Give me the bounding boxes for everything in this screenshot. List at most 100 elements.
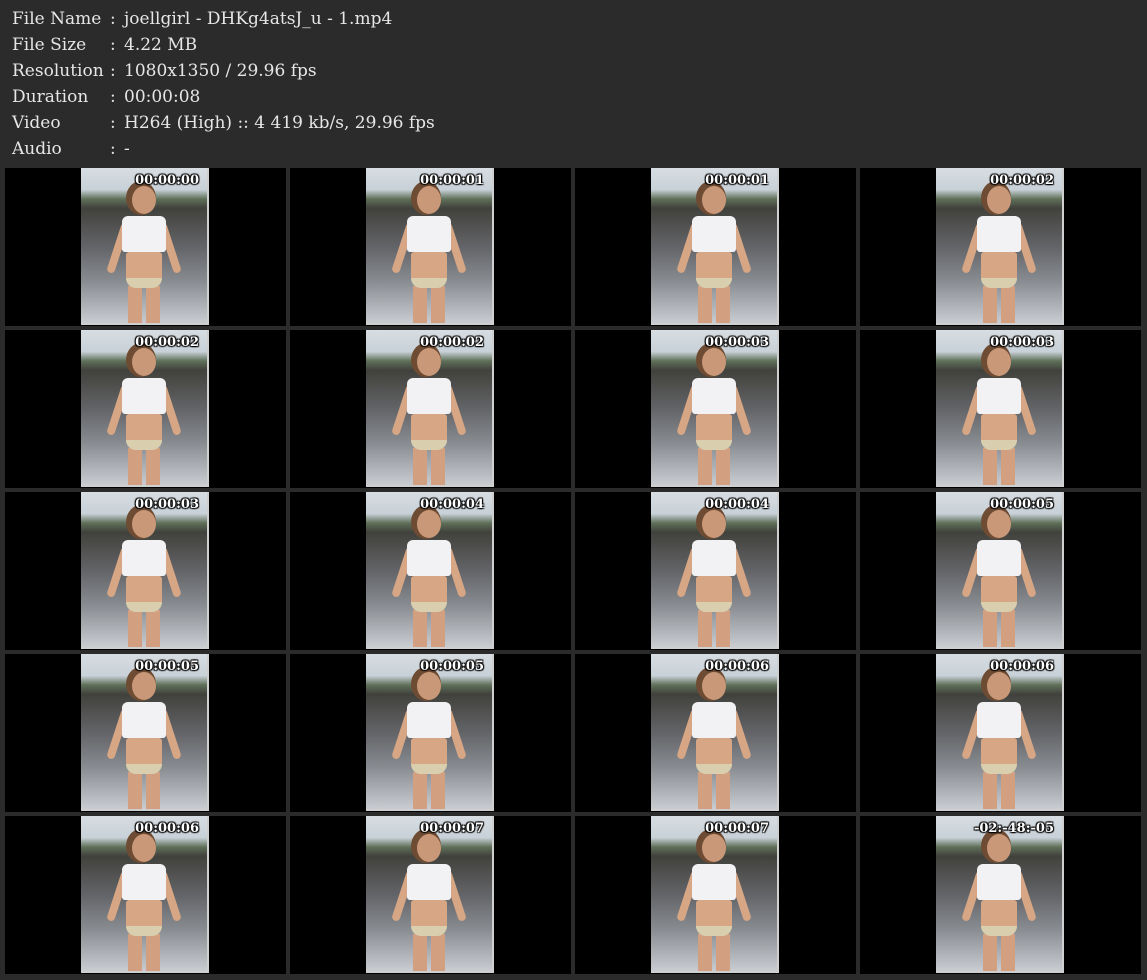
person-figure <box>391 186 467 323</box>
person-figure <box>961 186 1037 323</box>
info-row: Video: H264 (High) :: 4 419 kb/s, 29.96 f… <box>12 110 435 136</box>
video-frame-thumbnail: 00:00:05 <box>366 654 494 811</box>
thumbnail-cell: 00:00:07 <box>575 816 856 974</box>
info-value: 1080x1350 / 29.96 fps <box>124 61 317 81</box>
thumbnail-cell: 00:00:03 <box>5 492 286 650</box>
person-figure <box>676 348 752 485</box>
info-value: 00:00:08 <box>124 87 201 107</box>
person-figure <box>391 834 467 971</box>
thumbnail-cell: 00:00:06 <box>575 654 856 812</box>
frame-timestamp: 00:00:03 <box>990 335 1054 350</box>
thumbnail-cell: 00:00:01 <box>575 168 856 326</box>
frame-timestamp: 00:00:07 <box>420 821 484 836</box>
person-figure <box>961 348 1037 485</box>
video-frame-thumbnail: 00:00:06 <box>81 816 209 973</box>
person-figure <box>391 672 467 809</box>
info-row: Audio: - <box>12 136 435 162</box>
thumbnail-cell: 00:00:06 <box>860 654 1141 812</box>
frame-timestamp: 00:00:05 <box>420 659 484 674</box>
frame-timestamp: 00:00:02 <box>420 335 484 350</box>
frame-timestamp: 00:00:02 <box>135 335 199 350</box>
person-figure <box>961 672 1037 809</box>
person-figure <box>391 348 467 485</box>
thumbnail-cell: 00:00:02 <box>290 330 571 488</box>
info-key: Duration <box>12 87 89 107</box>
person-figure <box>106 672 182 809</box>
person-figure <box>676 186 752 323</box>
video-frame-thumbnail: 00:00:05 <box>81 654 209 811</box>
frame-timestamp: 00:00:06 <box>705 659 769 674</box>
video-frame-thumbnail: 00:00:05 <box>936 492 1064 649</box>
person-figure <box>676 672 752 809</box>
thumbnail-cell: 00:00:03 <box>860 330 1141 488</box>
frame-timestamp: 00:00:05 <box>990 497 1054 512</box>
person-figure <box>106 834 182 971</box>
frame-timestamp: 00:00:06 <box>135 821 199 836</box>
video-frame-thumbnail: 00:00:07 <box>651 816 779 973</box>
video-frame-thumbnail: 00:00:03 <box>651 330 779 487</box>
thumbnail-cell: 00:00:04 <box>575 492 856 650</box>
video-frame-thumbnail: 00:00:02 <box>366 330 494 487</box>
info-key: File Size <box>12 35 87 55</box>
person-figure <box>961 834 1037 971</box>
frame-timestamp: 00:00:04 <box>420 497 484 512</box>
video-frame-thumbnail: 00:00:01 <box>366 168 494 325</box>
info-value: - <box>124 139 130 159</box>
person-figure <box>676 510 752 647</box>
info-key: Audio <box>12 139 62 159</box>
person-figure <box>106 348 182 485</box>
video-frame-thumbnail: 00:00:01 <box>651 168 779 325</box>
info-row: File Size:4.22 MB <box>12 32 435 58</box>
info-value: joellgirl - DHKg4atsJ_u - 1.mp4 <box>124 9 393 29</box>
frame-timestamp: 00:00:01 <box>420 173 484 188</box>
thumbnail-cell: 00:00:05 <box>290 654 571 812</box>
frame-timestamp: 00:00:00 <box>135 173 199 188</box>
info-key: File Name <box>12 9 102 29</box>
video-frame-thumbnail: 00:00:07 <box>366 816 494 973</box>
info-sep: : <box>110 35 116 55</box>
video-frame-thumbnail: 00:00:04 <box>366 492 494 649</box>
video-frame-thumbnail: 00:00:06 <box>651 654 779 811</box>
info-sep: : <box>110 87 116 107</box>
video-frame-thumbnail: 00:00:04 <box>651 492 779 649</box>
info-sep: : <box>110 113 116 133</box>
info-key: Video <box>12 113 61 133</box>
frame-timestamp: 00:00:05 <box>135 659 199 674</box>
frame-timestamp: 00:00:02 <box>990 173 1054 188</box>
info-row: File Name: joellgirl - DHKg4atsJ_u - 1.mp… <box>12 6 435 32</box>
frame-timestamp: 00:00:03 <box>705 335 769 350</box>
video-frame-thumbnail: 00:00:03 <box>936 330 1064 487</box>
info-sep: : <box>110 61 116 81</box>
thumbnail-cell: 00:00:06 <box>5 816 286 974</box>
video-frame-thumbnail: -02:-48:-05 <box>936 816 1064 973</box>
thumbnail-cell: 00:00:05 <box>5 654 286 812</box>
frame-timestamp: -02:-48:-05 <box>973 821 1054 836</box>
person-figure <box>106 186 182 323</box>
video-frame-thumbnail: 00:00:02 <box>936 168 1064 325</box>
info-value: 4.22 MB <box>124 35 198 55</box>
thumbnail-cell: 00:00:04 <box>290 492 571 650</box>
info-row: Resolution:1080x1350 / 29.96 fps <box>12 58 435 84</box>
video-frame-thumbnail: 00:00:06 <box>936 654 1064 811</box>
info-sep: : <box>110 9 116 29</box>
video-frame-thumbnail: 00:00:02 <box>81 330 209 487</box>
info-value: H264 (High) :: 4 419 kb/s, 29.96 fps <box>124 113 435 133</box>
thumbnail-cell: -02:-48:-05 <box>860 816 1141 974</box>
info-key: Resolution <box>12 61 104 81</box>
frame-timestamp: 00:00:03 <box>135 497 199 512</box>
thumbnail-cell: 00:00:03 <box>575 330 856 488</box>
thumbnail-cell: 00:00:00 <box>5 168 286 326</box>
person-figure <box>106 510 182 647</box>
frame-timestamp: 00:00:01 <box>705 173 769 188</box>
thumbnail-cell: 00:00:02 <box>5 330 286 488</box>
frame-timestamp: 00:00:04 <box>705 497 769 512</box>
person-figure <box>391 510 467 647</box>
video-frame-thumbnail: 00:00:00 <box>81 168 209 325</box>
video-frame-thumbnail: 00:00:03 <box>81 492 209 649</box>
thumbnail-cell: 00:00:05 <box>860 492 1141 650</box>
thumbnail-cell: 00:00:02 <box>860 168 1141 326</box>
thumbnail-cell: 00:00:01 <box>290 168 571 326</box>
info-row: Duration:00:00:08 <box>12 84 435 110</box>
frame-timestamp: 00:00:06 <box>990 659 1054 674</box>
file-info-panel: File Name: joellgirl - DHKg4atsJ_u - 1.mp… <box>12 6 435 162</box>
